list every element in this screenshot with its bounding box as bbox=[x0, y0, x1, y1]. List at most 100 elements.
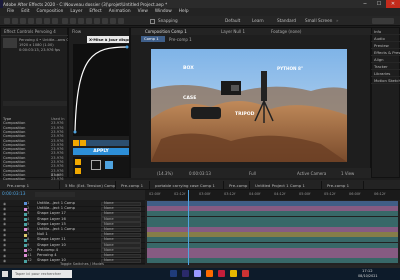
flow-ease-out-icon[interactable] bbox=[80, 140, 86, 146]
camera-select[interactable]: Active Camera bbox=[297, 171, 326, 176]
menu-view[interactable]: View bbox=[138, 8, 148, 16]
menu-effect[interactable]: Effect bbox=[89, 8, 101, 16]
layer-name[interactable]: Null 1 bbox=[37, 232, 48, 236]
right-panel-audio[interactable]: Audio bbox=[371, 36, 400, 42]
preset-shape-icon[interactable] bbox=[91, 160, 101, 170]
type-tool-icon[interactable] bbox=[78, 18, 84, 24]
comp-tab[interactable]: portable carrying case Comp 1 bbox=[152, 181, 224, 190]
tab-composition[interactable]: Composition Comp 1 bbox=[145, 29, 187, 34]
subtab-comp1[interactable]: Comp 1 bbox=[141, 36, 165, 42]
zoom-tool-icon[interactable] bbox=[28, 18, 34, 24]
layer-name[interactable]: Shape Layer 11 bbox=[37, 237, 66, 241]
layer-name[interactable]: Untitle...ject 1 Comp bbox=[37, 206, 75, 210]
resolution-select[interactable]: Full bbox=[249, 171, 256, 176]
preset-color-swatch[interactable] bbox=[105, 161, 113, 169]
visibility-eye-icon[interactable]: ◉ bbox=[3, 228, 6, 232]
layer-name[interactable]: Shape Layer 15 bbox=[37, 222, 66, 226]
illustrator-taskbar-icon[interactable] bbox=[206, 270, 213, 277]
explorer-taskbar-icon[interactable] bbox=[170, 270, 177, 277]
menu-layer[interactable]: Layer bbox=[70, 8, 82, 16]
comp-viewer-image[interactable] bbox=[151, 49, 347, 162]
workspace-overflow-icon[interactable]: » bbox=[336, 18, 339, 23]
close-button[interactable]: ✕ bbox=[386, 0, 400, 8]
right-panel-effects-presets[interactable]: Effects & Presets bbox=[371, 50, 400, 56]
tab-effect-controls[interactable]: Effect Controls Pervoing 4 bbox=[4, 29, 56, 34]
playhead[interactable] bbox=[188, 190, 190, 265]
menu-composition[interactable]: Composition bbox=[37, 8, 64, 16]
snapping-checkbox[interactable] bbox=[150, 18, 155, 24]
after-effects-taskbar-icon[interactable] bbox=[194, 270, 201, 277]
eraser-tool-icon[interactable] bbox=[102, 18, 108, 24]
puppet-tool-icon[interactable] bbox=[118, 18, 124, 24]
zoom-level[interactable]: (14.3%) bbox=[157, 171, 173, 176]
visibility-eye-icon[interactable]: ◉ bbox=[3, 243, 6, 247]
comp-tab[interactable]: Pre-comp 1 bbox=[118, 181, 150, 190]
home-icon[interactable] bbox=[4, 18, 10, 24]
workspace-learn[interactable]: Learn bbox=[252, 18, 264, 23]
timeline-current-time[interactable]: 0:00:03:13 bbox=[2, 192, 25, 197]
right-panel-tracker[interactable]: Tracker bbox=[371, 64, 400, 70]
clone-stamp-tool-icon[interactable] bbox=[94, 18, 100, 24]
comp-tab[interactable]: Untitled Project 1 Comp 1 bbox=[252, 181, 322, 190]
pan-behind-tool-icon[interactable] bbox=[52, 18, 58, 24]
hand-tool-icon[interactable] bbox=[20, 18, 26, 24]
visibility-eye-icon[interactable]: ◉ bbox=[3, 222, 6, 226]
rectangle-tool-icon[interactable] bbox=[62, 18, 68, 24]
selection-tool-icon[interactable] bbox=[12, 18, 18, 24]
current-time[interactable]: 0:00:03:13 bbox=[189, 171, 211, 176]
comp-tab[interactable]: Pre-comp 1 bbox=[226, 181, 250, 190]
brush-tool-icon[interactable] bbox=[86, 18, 92, 24]
visibility-eye-icon[interactable]: ◉ bbox=[3, 254, 6, 258]
search-help-field[interactable] bbox=[372, 18, 394, 24]
menu-edit[interactable]: Edit bbox=[21, 8, 29, 16]
layer-search-input[interactable] bbox=[35, 192, 75, 197]
right-panel-align[interactable]: Align bbox=[371, 57, 400, 63]
apply-button[interactable]: APPLY bbox=[73, 148, 129, 155]
visibility-eye-icon[interactable]: ◉ bbox=[3, 233, 6, 237]
toggle-switches-modes[interactable]: Toggle Switches / Modes bbox=[60, 262, 104, 266]
menu-file[interactable]: File bbox=[7, 8, 14, 16]
layer-name[interactable]: Shape Layer 10 bbox=[37, 243, 66, 247]
project-search-input[interactable] bbox=[3, 101, 67, 106]
yellow-app-taskbar-icon[interactable] bbox=[230, 270, 237, 277]
rotate-tool-icon[interactable] bbox=[36, 18, 42, 24]
right-panel-info[interactable]: Info bbox=[371, 29, 400, 35]
comp-tab[interactable]: Pre-comp 1 bbox=[4, 181, 60, 190]
red-app-taskbar-icon[interactable] bbox=[218, 270, 225, 277]
visibility-eye-icon[interactable]: ◉ bbox=[3, 259, 6, 263]
roto-brush-tool-icon[interactable] bbox=[110, 18, 116, 24]
preset-icon-2[interactable] bbox=[75, 168, 81, 174]
layer-name[interactable]: Shape Layer 16 bbox=[37, 217, 66, 221]
preset-icon-1[interactable] bbox=[75, 159, 81, 165]
menu-help[interactable]: Help bbox=[179, 8, 189, 16]
right-panel-libraries[interactable]: Libraries bbox=[371, 71, 400, 77]
tab-flow[interactable]: Flow bbox=[72, 29, 81, 34]
visibility-eye-icon[interactable]: ◉ bbox=[3, 202, 6, 206]
workspace-standard[interactable]: Standard bbox=[277, 18, 296, 23]
maximize-button[interactable]: ☐ bbox=[372, 0, 386, 8]
workspace-default[interactable]: Default bbox=[225, 18, 240, 23]
workspace-small-screen[interactable]: Small Screen bbox=[305, 18, 332, 23]
right-panel-motion-sketch[interactable]: Motion Sketch bbox=[371, 78, 400, 84]
comp-tab[interactable]: Pre-comp 1 bbox=[324, 181, 364, 190]
media-app-taskbar-icon[interactable] bbox=[242, 270, 249, 277]
pen-tool-icon[interactable] bbox=[70, 18, 76, 24]
start-icon[interactable] bbox=[2, 271, 8, 277]
tab-footage[interactable]: Footage (none) bbox=[271, 29, 301, 34]
flow-update-banner[interactable]: X-Mise à Jour disponible bbox=[87, 36, 129, 43]
comp-tab[interactable]: 5 Mic (Ext. Tension) Comp 1 bbox=[62, 181, 116, 190]
layer-duration-bar[interactable] bbox=[147, 258, 398, 264]
menu-animation[interactable]: Animation bbox=[109, 8, 131, 16]
minimize-button[interactable]: ─ bbox=[358, 0, 372, 8]
tab-layer[interactable]: Layer Null 1 bbox=[221, 29, 245, 34]
bpc-toggle[interactable]: 8 bpc bbox=[51, 173, 61, 177]
subtab-precomp1[interactable]: Pre-comp 1 bbox=[169, 37, 192, 42]
visibility-eye-icon[interactable]: ◉ bbox=[3, 212, 6, 216]
flow-ease-in-icon[interactable] bbox=[73, 140, 79, 146]
visibility-eye-icon[interactable]: ◉ bbox=[3, 238, 6, 242]
visibility-eye-icon[interactable]: ◉ bbox=[3, 217, 6, 221]
layer-name[interactable]: Pervoing 4 bbox=[37, 253, 57, 257]
right-panel-preview[interactable]: Preview bbox=[371, 43, 400, 49]
camera-tool-icon[interactable] bbox=[44, 18, 50, 24]
taskbar-search-input[interactable]: Taper ici pour rechercher bbox=[12, 270, 72, 278]
